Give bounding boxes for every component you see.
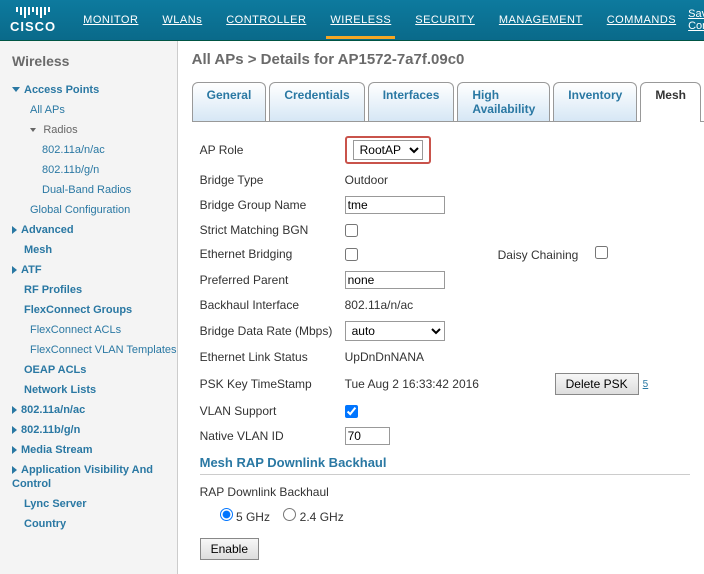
chevron-down-icon[interactable]: [30, 128, 36, 132]
psk-footnote-link[interactable]: 5: [643, 379, 649, 390]
radio-5ghz-label[interactable]: 5 GHz: [220, 510, 270, 524]
chevron-down-icon[interactable]: [12, 87, 20, 92]
native-vlan-input[interactable]: [345, 427, 390, 445]
sidebar-media-stream[interactable]: Media Stream: [21, 444, 93, 456]
page-title: All APs > Details for AP1572-7a7f.09c0: [192, 51, 704, 68]
bgn-input[interactable]: [345, 196, 445, 214]
nav-wireless[interactable]: WIRELESS: [318, 2, 403, 38]
enable-button[interactable]: Enable: [200, 538, 259, 560]
chevron-right-icon[interactable]: [12, 446, 17, 454]
bridge-rate-select[interactable]: auto: [345, 321, 445, 341]
sidebar-radios[interactable]: Radios: [43, 124, 77, 136]
delete-psk-button[interactable]: Delete PSK: [555, 373, 639, 395]
sidebar: Wireless Access Points All APs Radios 80…: [0, 41, 178, 574]
ap-role-select[interactable]: RootAP: [353, 140, 423, 160]
radio-24ghz[interactable]: [283, 508, 296, 521]
backhaul-if-value: 802.11a/n/ac: [345, 298, 414, 312]
sidebar-advanced[interactable]: Advanced: [21, 224, 74, 236]
tab-high-availability[interactable]: High Availability: [457, 82, 550, 121]
sidebar-country[interactable]: Country: [24, 518, 66, 530]
sidebar-all-aps[interactable]: All APs: [30, 104, 65, 116]
rap-downlink-label: RAP Downlink Backhaul: [200, 485, 329, 499]
top-nav: MONITOR WLANs CONTROLLER WIRELESS SECURI…: [71, 2, 688, 38]
save-config-link[interactable]: Save Confi: [688, 8, 704, 32]
eth-bridging-checkbox[interactable]: [345, 248, 358, 261]
ap-role-highlight: RootAP: [345, 136, 431, 164]
nav-commands[interactable]: COMMANDS: [595, 2, 688, 38]
sidebar-access-points[interactable]: Access Points: [24, 84, 99, 96]
sidebar-atf[interactable]: ATF: [21, 264, 42, 276]
eth-link-label: Ethernet Link Status: [200, 350, 345, 364]
radio-24ghz-label[interactable]: 2.4 GHz: [283, 510, 343, 524]
daisy-chaining-checkbox[interactable]: [595, 246, 608, 259]
sidebar-radio-an[interactable]: 802.11a/n/ac: [42, 144, 105, 156]
top-bar: CISCO MONITOR WLANs CONTROLLER WIRELESS …: [0, 0, 704, 41]
pref-parent-label: Preferred Parent: [200, 273, 345, 287]
sidebar-80211an[interactable]: 802.11a/n/ac: [21, 404, 85, 416]
chevron-right-icon[interactable]: [12, 426, 17, 434]
mesh-rap-section-title: Mesh RAP Downlink Backhaul: [200, 455, 690, 475]
nav-controller[interactable]: CONTROLLER: [214, 2, 318, 38]
tab-interfaces[interactable]: Interfaces: [368, 82, 455, 121]
sidebar-80211bg[interactable]: 802.11b/g/n: [21, 424, 80, 436]
mesh-form: AP Role RootAP Bridge Type Outdoor Bridg…: [192, 122, 704, 574]
vlan-support-label: VLAN Support: [200, 404, 345, 418]
vlan-support-checkbox[interactable]: [345, 405, 358, 418]
daisy-chaining-label: Daisy Chaining: [498, 248, 579, 262]
main-content: All APs > Details for AP1572-7a7f.09c0 G…: [178, 41, 704, 574]
tab-general[interactable]: General: [192, 82, 267, 121]
chevron-right-icon[interactable]: [12, 226, 17, 234]
psk-ts-label: PSK Key TimeStamp: [200, 377, 345, 391]
sidebar-mesh[interactable]: Mesh: [24, 244, 52, 256]
bridge-type-label: Bridge Type: [200, 173, 345, 187]
cisco-logo: CISCO: [10, 7, 56, 34]
sidebar-flexconnect-acls[interactable]: FlexConnect ACLs: [30, 324, 121, 336]
sidebar-rf-profiles[interactable]: RF Profiles: [24, 284, 82, 296]
radio-5ghz[interactable]: [220, 508, 233, 521]
sidebar-global-config[interactable]: Global Configuration: [30, 204, 130, 216]
pref-parent-input[interactable]: [345, 271, 445, 289]
strict-bgn-checkbox[interactable]: [345, 224, 358, 237]
sidebar-radio-bg[interactable]: 802.11b/g/n: [42, 164, 99, 176]
chevron-right-icon[interactable]: [12, 406, 17, 414]
chevron-right-icon[interactable]: [12, 466, 17, 474]
eth-link-value: UpDnDnNANA: [345, 350, 424, 364]
tab-mesh[interactable]: Mesh: [640, 82, 701, 121]
sidebar-oeap-acls[interactable]: OEAP ACLs: [24, 364, 86, 376]
strict-bgn-label: Strict Matching BGN: [200, 223, 345, 237]
sidebar-dual-band[interactable]: Dual-Band Radios: [42, 184, 131, 196]
sidebar-flexconnect-groups[interactable]: FlexConnect Groups: [24, 304, 132, 316]
nav-management[interactable]: MANAGEMENT: [487, 2, 595, 38]
bridge-rate-label: Bridge Data Rate (Mbps): [200, 324, 345, 338]
nav-wlans[interactable]: WLANs: [150, 2, 214, 38]
tab-bar: General Credentials Interfaces High Avai…: [192, 82, 704, 122]
sidebar-avc[interactable]: Application Visibility And Control: [12, 464, 153, 490]
backhaul-if-label: Backhaul Interface: [200, 298, 345, 312]
tab-credentials[interactable]: Credentials: [269, 82, 364, 121]
nav-monitor[interactable]: MONITOR: [71, 2, 150, 38]
sidebar-network-lists[interactable]: Network Lists: [24, 384, 96, 396]
sidebar-title: Wireless: [0, 49, 177, 79]
ap-role-label: AP Role: [200, 143, 345, 157]
bridge-type-value: Outdoor: [345, 173, 388, 187]
nav-security[interactable]: SECURITY: [403, 2, 487, 38]
bgn-label: Bridge Group Name: [200, 198, 345, 212]
native-vlan-label: Native VLAN ID: [200, 429, 345, 443]
tab-inventory[interactable]: Inventory: [553, 82, 637, 121]
psk-ts-value: Tue Aug 2 16:33:42 2016: [345, 377, 555, 391]
brand-text: CISCO: [10, 19, 56, 34]
sidebar-flexconnect-vlan[interactable]: FlexConnect VLAN Templates: [30, 344, 177, 356]
sidebar-lync[interactable]: Lync Server: [24, 498, 87, 510]
eth-bridging-label: Ethernet Bridging: [200, 247, 345, 261]
chevron-right-icon[interactable]: [12, 266, 17, 274]
